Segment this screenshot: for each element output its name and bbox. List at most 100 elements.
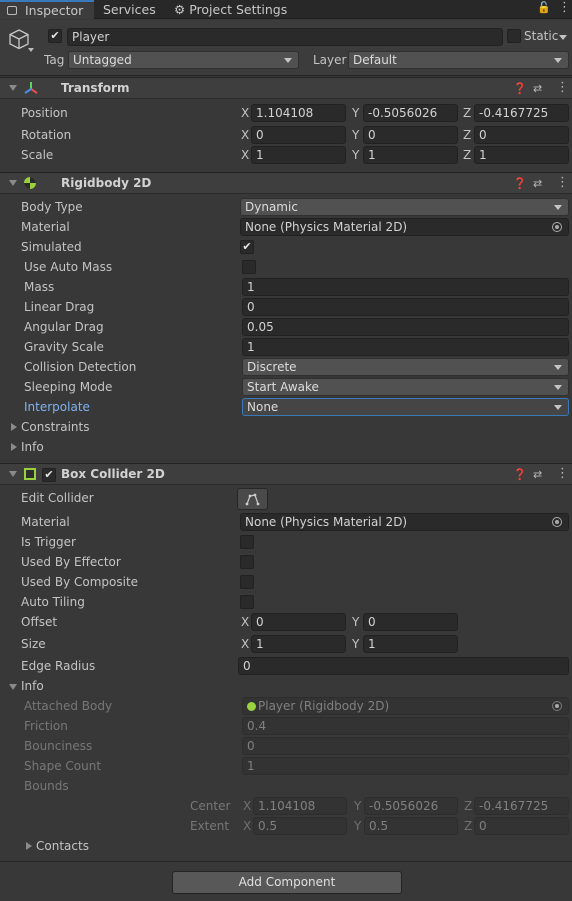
foldout-arrow-icon[interactable] xyxy=(9,180,17,186)
component-enabled-checkbox[interactable]: ✔ xyxy=(42,468,56,482)
scale-x-field[interactable]: 1 xyxy=(251,146,346,164)
scale-y-field[interactable]: 1 xyxy=(363,146,458,164)
axis-z-label[interactable]: Z xyxy=(463,104,471,122)
attached-body-field[interactable]: Player (Rigidbody 2D) xyxy=(242,697,569,715)
position-z-field[interactable]: -0.4167725 xyxy=(474,104,569,122)
use-auto-mass-checkbox[interactable] xyxy=(242,260,256,274)
foldout-arrow-icon[interactable] xyxy=(26,842,32,850)
lock-icon[interactable]: 🔓 xyxy=(537,1,551,14)
size-x-field[interactable]: 1 xyxy=(251,635,346,653)
axis-z-label[interactable]: Z xyxy=(463,126,471,144)
size-y-field[interactable]: 1 xyxy=(363,635,458,653)
edge-radius-field[interactable]: 0 xyxy=(238,657,569,675)
rb-material-field[interactable]: None (Physics Material 2D) xyxy=(240,218,569,236)
boxcollider2d-header[interactable]: ✔ Box Collider 2D ❓ ⇄ ⋮ xyxy=(0,463,572,485)
presets-icon[interactable]: ⇄ xyxy=(533,82,542,95)
is-trigger-label: Is Trigger xyxy=(21,535,76,549)
edit-collider-label: Edit Collider xyxy=(21,491,94,505)
object-name-field[interactable]: Player xyxy=(67,28,503,46)
layer-value: Default xyxy=(353,53,397,67)
tab-bar: Inspector Services ⚙ Project Settings 🔓 … xyxy=(0,0,572,19)
simulated-checkbox[interactable]: ✔ xyxy=(240,240,254,254)
edit-collider-icon xyxy=(245,493,260,506)
help-icon[interactable]: ❓ xyxy=(513,177,527,190)
used-by-effector-checkbox[interactable] xyxy=(240,555,254,569)
foldout-arrow-icon[interactable] xyxy=(11,423,17,431)
contacts-foldout[interactable]: Contacts xyxy=(36,836,89,856)
object-picker-icon[interactable] xyxy=(552,701,562,711)
axis-y-label[interactable]: Y xyxy=(352,613,359,631)
position-x-field[interactable]: 1.104108 xyxy=(251,104,346,122)
foldout-arrow-icon[interactable] xyxy=(9,471,17,477)
transform-header[interactable]: Transform ❓ ⇄ ⋮ xyxy=(0,77,572,99)
constraints-foldout[interactable]: Constraints xyxy=(21,417,89,437)
position-y-field[interactable]: -0.5056026 xyxy=(363,104,458,122)
bc-info-foldout[interactable]: Info xyxy=(21,676,44,696)
boxcollider2d-icon xyxy=(24,468,36,480)
interpolate-dropdown[interactable]: None xyxy=(242,398,569,416)
used-by-composite-checkbox[interactable] xyxy=(240,575,254,589)
body-type-label: Body Type xyxy=(21,200,83,214)
tab-inspector[interactable]: Inspector xyxy=(0,0,94,19)
object-picker-icon[interactable] xyxy=(552,222,562,232)
shape-count-field: 1 xyxy=(242,757,569,775)
gravity-scale-field[interactable]: 1 xyxy=(242,338,569,356)
icon-dropdown-arrow[interactable] xyxy=(28,48,34,52)
axis-x-label[interactable]: X xyxy=(241,613,249,631)
angular-drag-field[interactable]: 0.05 xyxy=(242,318,569,336)
axis-y-label[interactable]: Y xyxy=(352,126,359,144)
tab-inspector-label: Inspector xyxy=(25,3,84,18)
help-icon[interactable]: ❓ xyxy=(513,82,527,95)
object-picker-icon[interactable] xyxy=(552,517,562,527)
is-trigger-checkbox[interactable] xyxy=(240,535,254,549)
edit-collider-button[interactable] xyxy=(237,488,268,510)
offset-label: Offset xyxy=(21,615,58,629)
collision-detection-dropdown[interactable]: Discrete xyxy=(242,358,569,376)
mass-field[interactable]: 1 xyxy=(242,278,569,296)
rotation-y-field[interactable]: 0 xyxy=(363,126,458,144)
static-dropdown-arrow[interactable] xyxy=(559,35,567,40)
axis-z-label[interactable]: Z xyxy=(463,146,471,164)
boxcollider2d-title: Box Collider 2D xyxy=(61,467,165,481)
tab-services[interactable]: Services xyxy=(103,0,156,19)
linear-drag-field[interactable]: 0 xyxy=(242,298,569,316)
rigidbody2d-header[interactable]: Rigidbody 2D ❓ ⇄ ⋮ xyxy=(0,172,572,194)
sleeping-mode-dropdown[interactable]: Start Awake xyxy=(242,378,569,396)
tab-project-settings[interactable]: ⚙ Project Settings xyxy=(174,0,287,19)
gameobject-cube-icon[interactable] xyxy=(8,28,30,50)
foldout-arrow-icon[interactable] xyxy=(11,443,17,451)
axis-y-label[interactable]: Y xyxy=(352,635,359,653)
axis-x-label[interactable]: X xyxy=(241,126,249,144)
axis-x-label[interactable]: X xyxy=(241,104,249,122)
scale-z-field[interactable]: 1 xyxy=(474,146,569,164)
layer-dropdown[interactable]: Default xyxy=(348,51,569,69)
offset-x-field[interactable]: 0 xyxy=(251,613,346,631)
static-label[interactable]: Static xyxy=(524,26,558,46)
foldout-arrow-icon[interactable] xyxy=(9,85,17,91)
component-menu-icon[interactable]: ⋮ xyxy=(556,81,569,94)
component-menu-icon[interactable]: ⋮ xyxy=(556,176,569,189)
component-menu-icon[interactable]: ⋮ xyxy=(556,467,569,480)
rotation-x-field[interactable]: 0 xyxy=(251,126,346,144)
axis-x-label[interactable]: X xyxy=(241,146,249,164)
kebab-menu-icon[interactable]: ⋮ xyxy=(558,0,571,15)
static-checkbox[interactable] xyxy=(507,29,521,43)
rb-info-foldout[interactable]: Info xyxy=(21,437,44,457)
axis-x-label[interactable]: X xyxy=(241,635,249,653)
offset-y-field[interactable]: 0 xyxy=(363,613,458,631)
tag-dropdown[interactable]: Untagged xyxy=(68,51,299,69)
presets-icon[interactable]: ⇄ xyxy=(533,468,542,481)
active-checkbox[interactable]: ✔ xyxy=(48,29,62,43)
chevron-down-icon xyxy=(554,58,562,63)
transform-title: Transform xyxy=(61,81,130,95)
rotation-z-field[interactable]: 0 xyxy=(474,126,569,144)
auto-tiling-checkbox[interactable] xyxy=(240,595,254,609)
foldout-arrow-icon[interactable] xyxy=(9,684,17,690)
add-component-button[interactable]: Add Component xyxy=(172,871,402,894)
axis-y-label[interactable]: Y xyxy=(352,146,359,164)
body-type-dropdown[interactable]: Dynamic xyxy=(240,198,569,216)
bc-material-field[interactable]: None (Physics Material 2D) xyxy=(240,513,569,531)
axis-y-label[interactable]: Y xyxy=(352,104,359,122)
help-icon[interactable]: ❓ xyxy=(513,468,527,481)
presets-icon[interactable]: ⇄ xyxy=(533,177,542,190)
